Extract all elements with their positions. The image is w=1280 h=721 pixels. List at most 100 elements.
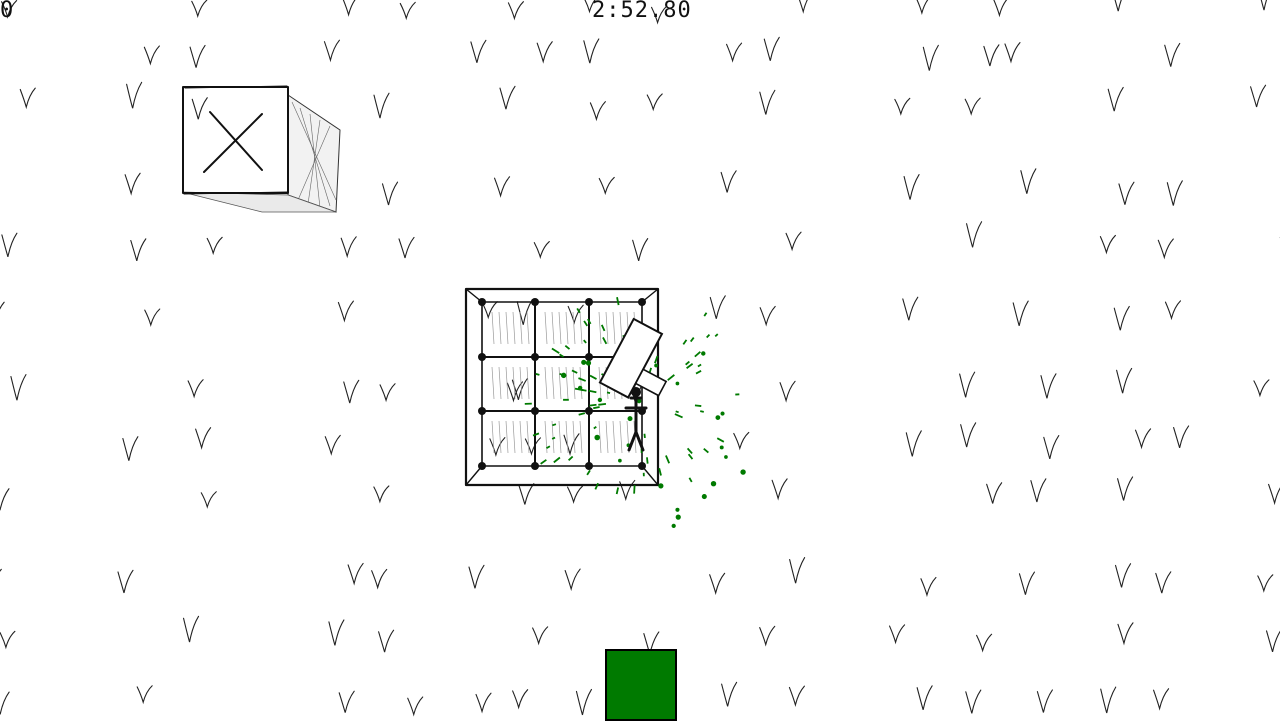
splatter-dot — [676, 383, 678, 385]
splatter-dot — [712, 482, 716, 486]
splatter-streak — [607, 392, 610, 393]
grass-tuft — [780, 381, 795, 400]
grass-tuft — [1119, 182, 1134, 204]
grass-tuft — [118, 570, 133, 593]
grass-tuft — [537, 42, 552, 62]
grass-tuft — [196, 428, 211, 448]
splatter-dot — [725, 456, 727, 458]
grass-tuft — [519, 484, 534, 505]
grass-tuft — [1258, 0, 1273, 10]
splatter-streak — [587, 470, 590, 474]
splatter-streak — [700, 411, 704, 412]
grass-tuft — [568, 486, 583, 502]
grass-tuft — [1258, 575, 1273, 591]
grass-tuft — [513, 690, 528, 708]
grass-tuft — [916, 0, 931, 13]
hatch-line — [566, 421, 568, 453]
grass-tuft — [977, 634, 992, 650]
grass-tuft — [906, 431, 921, 457]
grass-tuft — [0, 692, 9, 714]
grass-tuft — [495, 177, 510, 196]
hatch-line — [599, 312, 601, 344]
splatter-dot — [638, 400, 641, 403]
splatter-streak — [689, 454, 693, 459]
splatter-streak — [590, 376, 596, 379]
hatch-line — [492, 312, 494, 344]
splatter-streak — [668, 375, 675, 380]
hatch-line — [606, 312, 608, 344]
grass-tuft — [324, 40, 339, 60]
grass-tuft — [921, 578, 936, 596]
grass-tuft — [490, 438, 505, 455]
grass-tuft — [1041, 374, 1056, 399]
hatch-line — [527, 367, 529, 399]
grass-tuft — [1100, 235, 1115, 252]
splatter-streak — [589, 405, 596, 406]
grass-tuft — [184, 616, 199, 642]
score-counter: 0 — [0, 0, 14, 23]
hatch-line — [580, 367, 582, 399]
grass-tuft — [1254, 380, 1269, 396]
splatter-dot — [721, 446, 723, 448]
grass-tuft — [1013, 301, 1028, 326]
splatter-streak — [546, 446, 549, 448]
grass-tuft — [325, 435, 340, 453]
grass-tuft — [1167, 181, 1182, 206]
splatter-streak — [659, 468, 661, 475]
grass-tuft — [525, 438, 540, 454]
grass-tuft — [1158, 239, 1173, 257]
grass-tuft — [620, 480, 635, 499]
hatch-line — [606, 421, 608, 453]
grass-tuft — [500, 86, 515, 109]
hatch-line — [573, 312, 575, 344]
splatter-streak — [536, 374, 540, 375]
grass-tuft — [1019, 572, 1034, 595]
grass-tuft — [1037, 690, 1052, 713]
hatch-line — [499, 367, 501, 399]
grass-tuft — [984, 45, 999, 66]
grass-tuft — [1267, 629, 1280, 652]
grass-tuft — [11, 375, 26, 401]
grass-tuft — [1044, 436, 1059, 459]
splatter-dot — [721, 412, 723, 414]
timer: 2:52.80 — [592, 0, 692, 23]
splatter-streak — [717, 438, 724, 442]
splatter-streak — [695, 405, 701, 406]
splatter-dot — [595, 436, 599, 440]
hatch-line — [492, 367, 494, 399]
grass-tuft — [903, 297, 918, 320]
grass-tuft — [399, 237, 414, 258]
grass-tuft — [576, 689, 591, 714]
splatter-streak — [594, 427, 596, 429]
splatter-streak — [533, 433, 539, 435]
grass-tuft — [960, 372, 975, 397]
splatter-streak — [582, 390, 587, 391]
grass-tuft — [471, 40, 486, 62]
grass-tuft — [890, 625, 905, 642]
hatch-line — [573, 421, 575, 453]
hatch-line — [580, 421, 582, 453]
grass-tuft — [590, 102, 605, 120]
splatter-dot — [741, 470, 745, 474]
grid-node — [531, 407, 539, 415]
grass-tuft — [727, 43, 742, 61]
grass-tuft — [564, 434, 579, 454]
grass-tuft — [1118, 623, 1133, 643]
green-action-button[interactable] — [605, 649, 677, 721]
splatter-streak — [686, 362, 690, 365]
grass-tuft — [469, 565, 484, 588]
splatter-streak — [617, 297, 619, 305]
grass-tuft — [895, 98, 910, 114]
splatter-streak — [691, 338, 694, 342]
grass-tuft — [967, 222, 982, 248]
grass-tuft — [476, 693, 491, 711]
hatch-line — [559, 421, 561, 453]
grass-tuft — [1251, 85, 1266, 107]
splatter-streak — [565, 346, 569, 349]
grass-tuft — [772, 479, 787, 499]
grass-tuft — [786, 232, 801, 249]
hatch-line — [506, 421, 508, 453]
grid-node — [531, 298, 539, 306]
grass-tuft — [408, 697, 423, 715]
hatch-line — [492, 421, 494, 453]
